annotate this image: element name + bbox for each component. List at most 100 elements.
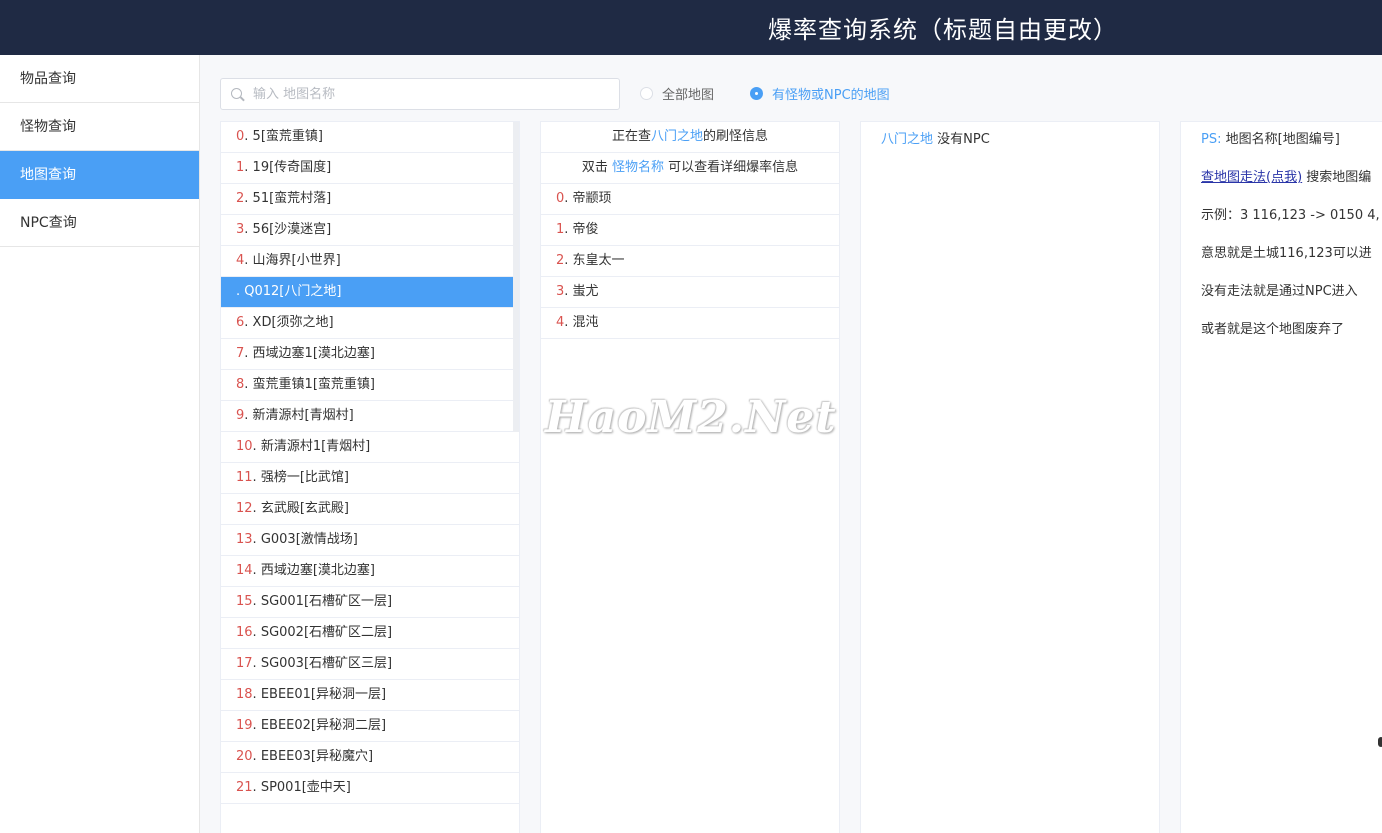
monster-index-separator: . — [564, 191, 573, 206]
map-name: SG003[石槽矿区三层] — [260, 656, 393, 671]
radio-maps-with-monster-npc[interactable]: 有怪物或NPC的地图 — [750, 83, 890, 103]
guide-text: 搜索地图编 — [1306, 170, 1372, 185]
map-index-separator: . — [244, 129, 253, 144]
map-list-item[interactable]: 15. SG001[石槽矿区一层] — [221, 587, 519, 618]
map-index-separator: . — [252, 687, 261, 702]
map-index: 21 — [236, 780, 253, 795]
map-list-item[interactable]: 0. 5[蛮荒重镇] — [221, 122, 519, 153]
monster-name: 东皇太一 — [572, 253, 625, 268]
map-name: 强榜一[比武馆] — [260, 470, 349, 485]
watermark: HaoM2.Net — [545, 392, 837, 443]
map-search-input[interactable] — [253, 79, 613, 109]
map-list-item[interactable]: 8. 蛮荒重镇1[蛮荒重镇] — [221, 370, 519, 401]
map-list-item[interactable]: 14. 西域边塞[漠北边塞] — [221, 556, 519, 587]
map-index-separator: . — [244, 315, 253, 330]
map-name: 西域边塞[漠北边塞] — [260, 563, 375, 578]
npc-status: 八门之地 没有NPC — [881, 128, 990, 147]
map-route-link[interactable]: 查地图走法(点我) — [1201, 170, 1302, 185]
map-list-item[interactable]: 20. EBEE03[异秘魔穴] — [221, 742, 519, 773]
map-name: EBEE01[异秘洞一层] — [260, 687, 387, 702]
map-index-separator: . — [252, 749, 261, 764]
map-list-item[interactable]: 1. 19[传奇国度] — [221, 153, 519, 184]
monster-list-item[interactable]: 2. 东皇太一 — [541, 246, 839, 277]
map-list-item[interactable]: 17. SG003[石槽矿区三层] — [221, 649, 519, 680]
map-index-separator: . — [252, 501, 261, 516]
tip-example: 示例：3 116,123 -> 0150 4, — [1201, 208, 1380, 223]
monster-list-item[interactable]: 4. 混沌 — [541, 308, 839, 339]
map-list-item[interactable]: 21. SP001[壶中天] — [221, 773, 519, 804]
map-name: 19[传奇国度] — [252, 160, 332, 175]
map-name: Q012[八门之地] — [244, 284, 342, 299]
monster-index-separator: . — [564, 253, 573, 268]
sidebar-item-map-query[interactable]: 地图查询 — [0, 151, 199, 199]
map-name: EBEE03[异秘魔穴] — [260, 749, 374, 764]
map-name: SG001[石槽矿区一层] — [260, 594, 393, 609]
map-list-item[interactable]: 10. 新清源村1[青烟村] — [221, 432, 519, 463]
map-list-item[interactable]: 13. G003[激情战场] — [221, 525, 519, 556]
map-list-item[interactable]: . Q012[八门之地] — [221, 277, 519, 308]
map-index-separator: . — [252, 439, 261, 454]
monster-list-item[interactable]: 3. 蚩尤 — [541, 277, 839, 308]
map-name: 西域边塞1[漠北边塞] — [252, 346, 375, 361]
map-name: G003[激情战场] — [260, 532, 358, 547]
map-index: 13 — [236, 532, 253, 547]
map-index-separator: . — [252, 532, 261, 547]
edge-marker — [1378, 737, 1382, 747]
map-name: 新清源村[青烟村] — [252, 408, 354, 423]
map-index-separator: . — [252, 780, 261, 795]
map-name: XD[须弥之地] — [252, 315, 334, 330]
map-index: 20 — [236, 749, 253, 764]
monster-header-prefix: 正在查 — [611, 129, 651, 144]
map-list-item[interactable]: 4. 山海界[小世界] — [221, 246, 519, 277]
app-header: 爆率查询系统（标题自由更改） — [0, 0, 1382, 55]
map-name: 56[沙漠迷宫] — [252, 222, 332, 237]
map-name: 山海界[小世界] — [252, 253, 341, 268]
radio-all-maps[interactable]: 全部地图 — [640, 83, 714, 103]
tip-ps: PS: 地图名称[地图编号] — [1201, 128, 1340, 147]
sidebar-item-item-query[interactable]: 物品查询 — [0, 55, 199, 103]
radio-all-maps-label: 全部地图 — [662, 87, 715, 103]
map-name: 5[蛮荒重镇] — [252, 129, 323, 144]
current-map-name: 八门之地 — [650, 129, 703, 144]
sidebar-item-monster-query[interactable]: 怪物查询 — [0, 103, 199, 151]
map-index-separator: . — [244, 408, 253, 423]
map-name: 51[蛮荒村落] — [252, 191, 332, 206]
map-index: 14 — [236, 563, 253, 578]
monster-list-item[interactable]: 1. 帝俊 — [541, 215, 839, 246]
radio-maps-with-monster-npc-label: 有怪物或NPC的地图 — [772, 87, 890, 103]
hint-monster-name: 怪物名称 — [611, 160, 664, 175]
map-index-separator: . — [252, 718, 261, 733]
search-icon — [231, 88, 242, 99]
map-list-item[interactable]: 9. 新清源村[青烟村] — [221, 401, 519, 432]
monster-index-separator: . — [564, 284, 573, 299]
map-list-item[interactable]: 7. 西域边塞1[漠北边塞] — [221, 339, 519, 370]
tip-guide: 查地图走法(点我) 搜索地图编 — [1201, 166, 1371, 185]
map-name: 蛮荒重镇1[蛮荒重镇] — [252, 377, 375, 392]
npc-status-text: 没有NPC — [937, 132, 990, 147]
tip-meaning: 意思就是土城116,123可以进 — [1201, 246, 1372, 261]
map-list: 0. 5[蛮荒重镇] 1. 19[传奇国度] 2. 51[蛮荒村落] 3. 56[沙漠… — [221, 122, 519, 804]
map-index-separator: . — [244, 222, 253, 237]
map-list-item[interactable]: 16. SG002[石槽矿区二层] — [221, 618, 519, 649]
map-index: 12 — [236, 501, 253, 516]
map-index: 17 — [236, 656, 253, 671]
map-list-item[interactable]: 18. EBEE01[异秘洞一层] — [221, 680, 519, 711]
monster-list-item[interactable]: 0. 帝颛顼 — [541, 184, 839, 215]
map-list-item[interactable]: 3. 56[沙漠迷宫] — [221, 215, 519, 246]
map-list-item[interactable]: 19. EBEE02[异秘洞二层] — [221, 711, 519, 742]
monster-list: 0. 帝颛顼 1. 帝俊 2. 东皇太一 3. 蚩尤 4. 混沌 — [541, 184, 839, 339]
map-index-separator: . — [244, 191, 253, 206]
map-list-scrollbar[interactable] — [513, 122, 519, 432]
sidebar-item-npc-query[interactable]: NPC查询 — [0, 199, 199, 247]
map-list-item[interactable]: 11. 强榜一[比武馆] — [221, 463, 519, 494]
map-index-separator: . — [252, 470, 261, 485]
map-list-item[interactable]: 12. 玄武殿[玄武殿] — [221, 494, 519, 525]
map-index-separator: . — [244, 160, 253, 175]
map-list-item[interactable]: 2. 51[蛮荒村落] — [221, 184, 519, 215]
map-name: 新清源村1[青烟村] — [260, 439, 371, 454]
monster-panel-header: 正在查八门之地的刷怪信息 — [541, 122, 839, 153]
map-index-separator: . — [244, 253, 253, 268]
tips-panel: PS: 地图名称[地图编号] 查地图走法(点我) 搜索地图编 示例：3 116,… — [1180, 121, 1382, 833]
map-list-item[interactable]: 6. XD[须弥之地] — [221, 308, 519, 339]
map-index: 18 — [236, 687, 253, 702]
